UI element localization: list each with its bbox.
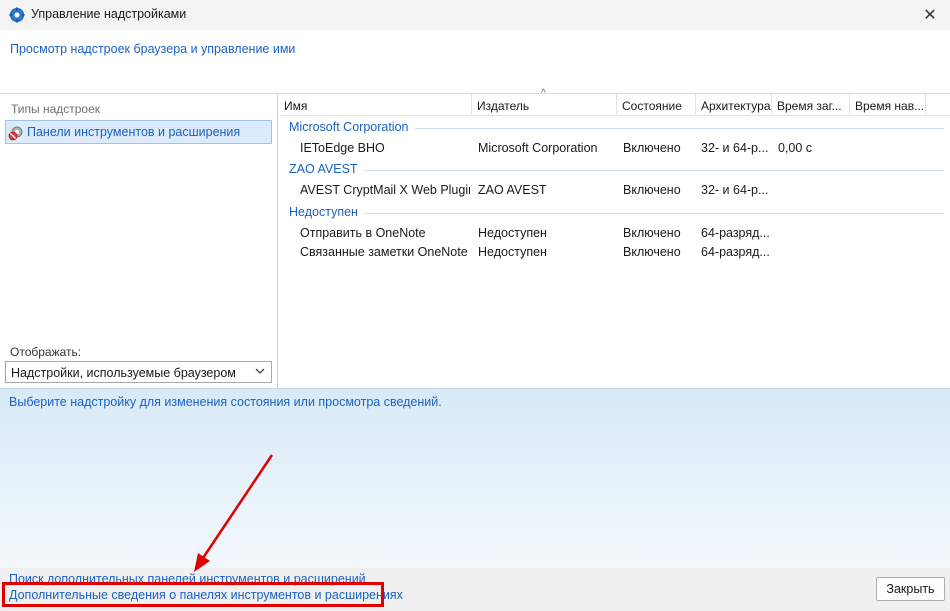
table-row[interactable]: Связанные заметки OneNote Недоступен Вкл… [279,242,950,262]
column-architecture[interactable]: Архитектура [696,94,772,116]
close-window-icon[interactable]: ✕ [920,5,940,25]
title-bar: Управление надстройками ✕ [0,0,950,30]
addon-type-toolbars-extensions[interactable]: Панели инструментов и расширения [5,120,272,144]
group-name: Microsoft Corporation [289,120,415,134]
addon-publisher: ZAO AVEST [478,183,547,197]
addon-types-label: Типы надстроек [11,102,101,116]
addon-type-label: Панели инструментов и расширения [27,125,241,139]
group-divider [289,213,944,214]
addon-state: Включено [623,245,681,259]
show-filter-value: Надстройки, используемые браузером [11,366,236,380]
addon-state: Включено [623,183,681,197]
group-divider [289,170,944,171]
addon-load-time: 0,00 с [778,141,813,155]
addon-architecture: 64-разряд... [701,226,770,240]
addon-publisher: Microsoft Corporation [478,141,598,155]
column-name[interactable]: Имя [279,94,472,116]
table-row[interactable]: Отправить в OneNote Недоступен Включено … [279,223,950,243]
addon-types-panel: Типы надстроек Панели инструментов и рас… [0,94,278,388]
addon-name: AVEST CryptMail X Web Plugin [300,183,470,197]
addon-list: Имя Издатель ^ Состояние Архитектура Вре… [279,88,950,388]
column-publisher-label: Издатель [477,99,530,113]
ie-settings-icon [9,7,25,23]
show-filter-select[interactable]: Надстройки, используемые браузером [5,361,272,383]
group-name: ZAO AVEST [289,162,364,176]
sort-ascending-icon: ^ [541,88,546,99]
addon-architecture: 32- и 64-р... [701,183,769,197]
table-row[interactable]: IEToEdge BHO Microsoft Corporation Включ… [279,138,950,158]
addon-publisher: Недоступен [478,226,547,240]
close-button[interactable]: Закрыть [876,577,945,601]
group-header: Недоступен [289,205,944,221]
addon-state: Включено [623,141,681,155]
table-row[interactable]: AVEST CryptMail X Web Plugin ZAO AVEST В… [279,180,950,200]
show-filter-label: Отображать: [10,345,82,359]
highlight-box [2,582,384,607]
group-header: ZAO AVEST [289,162,944,178]
gear-disabled-icon [8,126,23,141]
addon-name: Связанные заметки OneNote [300,245,468,259]
addon-name: Отправить в OneNote [300,226,426,240]
window-title: Управление надстройками [31,7,187,21]
column-state[interactable]: Состояние [617,94,696,116]
column-header-row: Имя Издатель ^ Состояние Архитектура Вре… [279,88,950,116]
addon-architecture: 32- и 64-р... [701,141,769,155]
addon-architecture: 64-разряд... [701,245,770,259]
details-hint: Выберите надстройку для изменения состоя… [9,395,442,409]
header: Просмотр надстроек браузера и управление… [0,30,950,94]
addon-name: IEToEdge BHO [300,141,385,155]
column-navigation-time[interactable]: Время нав... [850,94,926,116]
group-header: Microsoft Corporation [289,120,944,136]
details-pane: Выберите надстройку для изменения состоя… [0,388,950,568]
addon-publisher: Недоступен [478,245,547,259]
group-name: Недоступен [289,205,364,219]
page-subtitle: Просмотр надстроек браузера и управление… [10,42,296,56]
column-load-time[interactable]: Время заг... [772,94,850,116]
chevron-down-icon [255,368,265,374]
addon-state: Включено [623,226,681,240]
